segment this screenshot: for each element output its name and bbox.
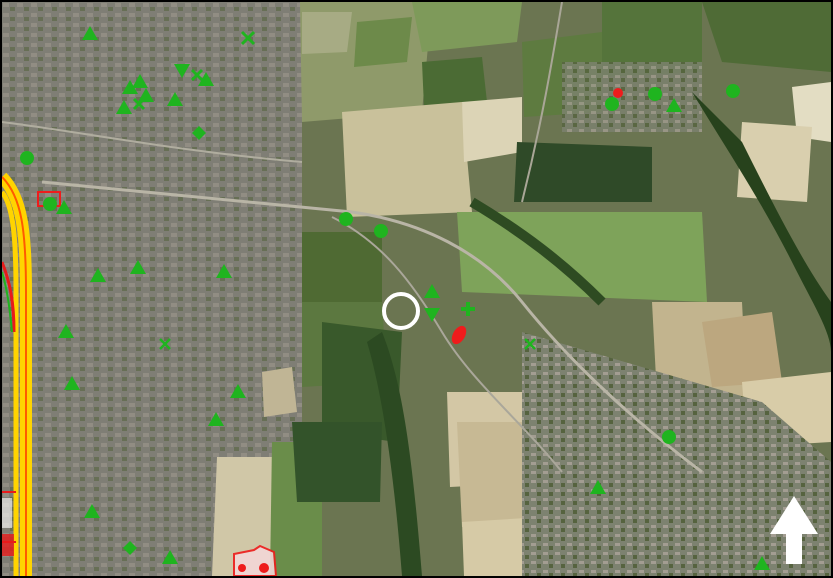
green-circle-marker[interactable]	[648, 87, 662, 101]
green-triangle-marker[interactable]	[56, 200, 72, 214]
green-triangle-marker[interactable]	[84, 504, 100, 518]
green-triangle-marker[interactable]	[666, 98, 682, 112]
green-circle-marker[interactable]	[726, 84, 740, 98]
green-triangle-marker[interactable]	[424, 284, 440, 298]
green-triangle-marker[interactable]	[230, 384, 246, 398]
green-triangle-marker[interactable]	[132, 74, 148, 88]
marker-layer	[20, 26, 770, 570]
green-triangle-marker[interactable]	[90, 268, 106, 282]
green-circle-marker[interactable]	[662, 430, 676, 444]
map-canvas[interactable]	[2, 2, 831, 576]
north-arrow-icon	[770, 496, 818, 564]
green-circle-marker[interactable]	[43, 197, 57, 211]
red-circle-marker[interactable]	[613, 88, 623, 98]
green-diamond-marker[interactable]	[123, 541, 137, 555]
green-triangle-marker[interactable]	[58, 324, 74, 338]
green-triangle-marker[interactable]	[82, 26, 98, 40]
green-cross-marker[interactable]	[190, 68, 204, 82]
green-circle-marker[interactable]	[374, 224, 388, 238]
current-location-ring[interactable]	[382, 292, 420, 330]
green-inverted-triangle-marker[interactable]	[424, 308, 440, 322]
green-circle-marker[interactable]	[339, 212, 353, 226]
green-cross-marker[interactable]	[159, 338, 171, 350]
red-pin-marker[interactable]	[449, 323, 469, 346]
green-triangle-marker[interactable]	[162, 550, 178, 564]
green-triangle-marker[interactable]	[64, 376, 80, 390]
green-circle-marker[interactable]	[20, 151, 34, 165]
green-plus-marker[interactable]	[461, 302, 475, 316]
green-cross-marker[interactable]	[240, 30, 256, 46]
green-inverted-triangle-marker[interactable]	[174, 64, 190, 78]
green-triangle-marker[interactable]	[167, 92, 183, 106]
green-cross-marker[interactable]	[524, 338, 536, 350]
green-triangle-marker[interactable]	[116, 100, 132, 114]
green-triangle-marker[interactable]	[208, 412, 224, 426]
green-diamond-marker[interactable]	[192, 126, 206, 140]
green-triangle-marker[interactable]	[590, 480, 606, 494]
green-triangle-marker[interactable]	[130, 260, 146, 274]
green-triangle-marker[interactable]	[138, 88, 154, 102]
green-triangle-marker[interactable]	[216, 264, 232, 278]
green-circle-marker[interactable]	[605, 97, 619, 111]
